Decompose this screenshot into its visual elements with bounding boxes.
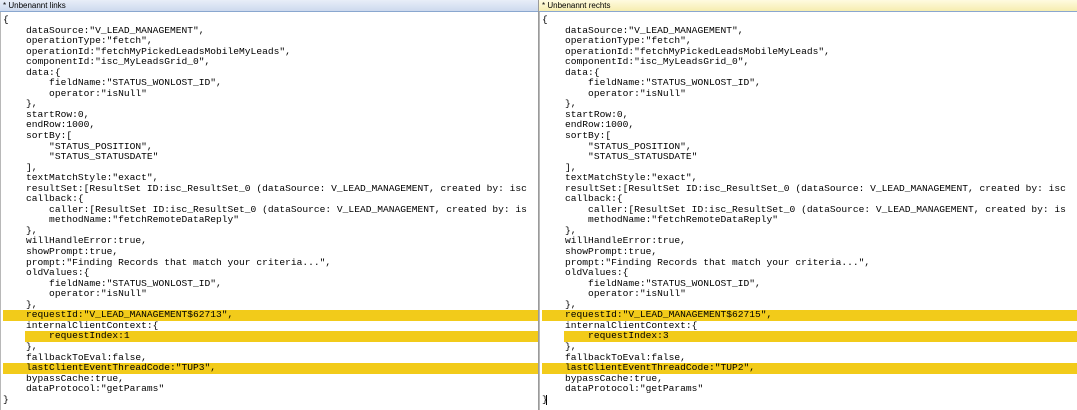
text-caret <box>546 395 547 405</box>
code-line-text: }, <box>542 340 577 352</box>
code-line-text: dataProtocol:"getParams" <box>542 383 704 395</box>
left-pane-title: * Unbenannt links <box>0 0 538 12</box>
code-line-text: showPrompt:true, <box>542 246 658 258</box>
code-line-text: bypassCache:true, <box>542 372 663 384</box>
code-line[interactable]: operator:"isNull" <box>542 87 1077 100</box>
code-line-text: requestId:"V_LEAD_MANAGEMENT$62713", <box>3 309 234 321</box>
code-line[interactable]: operator:"isNull" <box>3 87 538 100</box>
code-line-text: fallbackToEval:false, <box>3 351 147 363</box>
code-line[interactable]: endRow:1000, <box>542 120 1077 131</box>
code-line-text: "STATUS_STATUSDATE" <box>3 151 159 163</box>
code-line-text: startRow:0, <box>3 108 90 120</box>
code-line[interactable]: } <box>542 394 1077 406</box>
code-line[interactable]: } <box>3 393 538 406</box>
code-line-text: }, <box>3 340 38 352</box>
code-line-text: requestIndex:3 <box>542 330 669 342</box>
code-line-text: dataSource:"V_LEAD_MANAGEMENT", <box>3 24 205 36</box>
code-line-text: }, <box>3 224 38 236</box>
code-line-text: oldValues:{ <box>3 267 90 279</box>
code-line-text: { <box>3 14 9 25</box>
code-line-text: }, <box>3 98 38 110</box>
code-line-text: "STATUS_POSITION", <box>3 140 153 152</box>
code-line-text: willHandleError:true, <box>542 235 686 247</box>
code-line-text: operationType:"fetch", <box>3 35 153 47</box>
code-line[interactable]: dataProtocol:"getParams" <box>542 383 1077 395</box>
code-line[interactable]: operator:"isNull" <box>3 288 538 300</box>
code-line-changed[interactable]: requestIndex:1 <box>3 331 538 342</box>
code-line-text: }, <box>542 98 577 110</box>
code-line-text: callback:{ <box>542 193 623 205</box>
code-line-text: }, <box>3 298 38 310</box>
right-pane[interactable]: * Unbenannt rechts { dataSource:"V_LEAD_… <box>539 0 1077 410</box>
code-line-text: resultSet:[ResultSet ID:isc_ResultSet_0 … <box>3 182 527 194</box>
code-line-text: fieldName:"STATUS_WONLOST_ID", <box>542 277 761 289</box>
code-line-changed[interactable]: requestIndex:3 <box>542 331 1077 342</box>
code-line-text: sortBy:[ <box>3 130 73 142</box>
code-line-text: componentId:"isc_MyLeadsGrid_0", <box>542 56 750 68</box>
code-line-text: operator:"isNull" <box>542 87 686 99</box>
code-line[interactable]: methodName:"fetchRemoteDataReply" <box>542 215 1077 226</box>
code-line-text: operator:"isNull" <box>3 87 147 99</box>
code-line-text: sortBy:[ <box>542 130 612 142</box>
code-line-text: fieldName:"STATUS_WONLOST_ID", <box>542 77 761 89</box>
code-line-text: requestIndex:1 <box>3 330 130 342</box>
code-line[interactable]: methodName:"fetchRemoteDataReply" <box>3 215 538 226</box>
code-line-text: showPrompt:true, <box>3 246 119 258</box>
code-line[interactable]: dataProtocol:"getParams" <box>3 383 538 395</box>
code-line[interactable]: componentId:"isc_MyLeadsGrid_0", <box>542 56 1077 68</box>
code-line-text: endRow:1000, <box>3 119 96 131</box>
right-editor[interactable]: { dataSource:"V_LEAD_MANAGEMENT", operat… <box>539 12 1077 410</box>
code-line-text: textMatchStyle:"exact", <box>3 172 159 184</box>
code-line-text: }, <box>542 298 577 310</box>
code-line[interactable]: "STATUS_STATUSDATE" <box>542 151 1077 163</box>
left-code[interactable]: { dataSource:"V_LEAD_MANAGEMENT", operat… <box>3 14 538 406</box>
code-line-text: "STATUS_POSITION", <box>542 140 692 152</box>
code-line-text: operationType:"fetch", <box>542 35 692 47</box>
code-line-text: data:{ <box>542 66 600 78</box>
code-line-text: callback:{ <box>3 193 84 205</box>
code-line-text: methodName:"fetchRemoteDataReply" <box>3 214 240 226</box>
code-line-text: { <box>542 14 548 25</box>
code-line-text: "STATUS_STATUSDATE" <box>542 151 698 163</box>
code-line-text: data:{ <box>3 66 61 78</box>
code-line-text: operator:"isNull" <box>3 288 147 300</box>
code-line-text: operationId:"fetchMyPickedLeadsMobileMyL… <box>542 45 830 57</box>
code-line-text: startRow:0, <box>542 108 629 120</box>
code-line-text: lastClientEventThreadCode:"TUP2", <box>542 362 756 374</box>
code-line-text: prompt:"Finding Records that match your … <box>542 256 871 268</box>
code-line-text: ], <box>3 161 38 173</box>
code-line-text: dataProtocol:"getParams" <box>3 383 165 395</box>
code-line-text: oldValues:{ <box>542 267 629 279</box>
code-line-text: fieldName:"STATUS_WONLOST_ID", <box>3 77 222 89</box>
code-line-text: dataSource:"V_LEAD_MANAGEMENT", <box>542 24 744 36</box>
right-pane-title: * Unbenannt rechts <box>539 0 1077 12</box>
code-line[interactable]: componentId:"isc_MyLeadsGrid_0", <box>3 56 538 68</box>
code-line-text: } <box>3 393 9 405</box>
code-line-text: caller:[ResultSet ID:isc_ResultSet_0 (da… <box>3 203 527 215</box>
code-line-text: ], <box>542 161 577 173</box>
code-line-text: methodName:"fetchRemoteDataReply" <box>542 214 779 226</box>
left-editor[interactable]: { dataSource:"V_LEAD_MANAGEMENT", operat… <box>0 12 538 410</box>
code-line-text: resultSet:[ResultSet ID:isc_ResultSet_0 … <box>542 182 1066 194</box>
code-line-text: bypassCache:true, <box>3 372 124 384</box>
code-line-text: fallbackToEval:false, <box>542 351 686 363</box>
code-line-text: componentId:"isc_MyLeadsGrid_0", <box>3 56 211 68</box>
code-line-text: }, <box>542 224 577 236</box>
code-line-text: textMatchStyle:"exact", <box>542 172 698 184</box>
code-line[interactable]: endRow:1000, <box>3 120 538 131</box>
code-line-text: fieldName:"STATUS_WONLOST_ID", <box>3 277 222 289</box>
code-line-text: lastClientEventThreadCode:"TUP3", <box>3 362 217 374</box>
code-line-text: endRow:1000, <box>542 119 635 131</box>
code-line[interactable]: "STATUS_STATUSDATE" <box>3 151 538 163</box>
code-line-text: requestId:"V_LEAD_MANAGEMENT$62715", <box>542 309 773 321</box>
right-code[interactable]: { dataSource:"V_LEAD_MANAGEMENT", operat… <box>542 14 1077 406</box>
code-line[interactable]: operator:"isNull" <box>542 288 1077 300</box>
code-line-text: prompt:"Finding Records that match your … <box>3 256 332 268</box>
code-line-text: operationId:"fetchMyPickedLeadsMobileMyL… <box>3 45 291 57</box>
code-line-text: willHandleError:true, <box>3 235 147 247</box>
code-line-text: operator:"isNull" <box>542 288 686 300</box>
code-line-text: caller:[ResultSet ID:isc_ResultSet_0 (da… <box>542 203 1066 215</box>
left-pane[interactable]: * Unbenannt links { dataSource:"V_LEAD_M… <box>0 0 538 410</box>
